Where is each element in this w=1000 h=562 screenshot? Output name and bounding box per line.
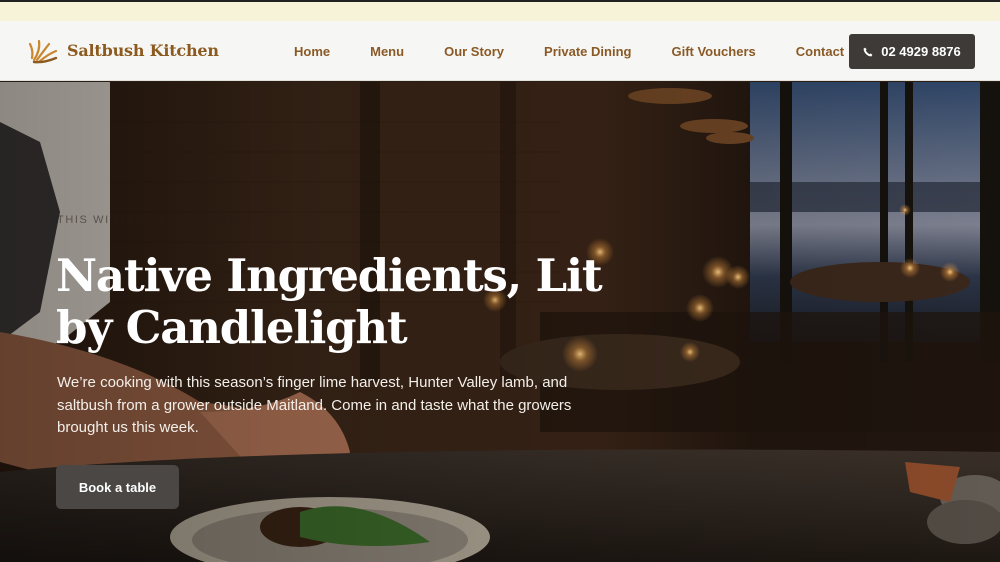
phone-call-button[interactable]: 02 4929 8876 — [849, 34, 975, 69]
saltbush-leaf-icon — [28, 39, 58, 64]
top-announcement-strip — [0, 0, 1000, 21]
nav-item-menu[interactable]: Menu — [350, 44, 424, 59]
book-table-button[interactable]: Book a table — [56, 465, 179, 509]
nav-item-gift-vouchers[interactable]: Gift Vouchers — [651, 44, 775, 59]
brand-logo[interactable]: Saltbush Kitchen — [28, 35, 219, 65]
phone-number: 02 4929 8876 — [881, 44, 961, 59]
brand-name: Saltbush Kitchen — [67, 40, 219, 60]
hero-description: We’re cooking with this season’s finger … — [57, 374, 572, 436]
nav-item-private-dining[interactable]: Private Dining — [524, 44, 651, 59]
site-header: Saltbush Kitchen Home Menu Our Story Pri… — [0, 21, 1000, 81]
nav-item-our-story[interactable]: Our Story — [424, 44, 524, 59]
hero-section: This winter in Newcastle Native Ingredie… — [0, 82, 1000, 562]
hero-eyebrow: This winter in Newcastle — [57, 214, 253, 226]
phone-icon — [863, 47, 873, 56]
nav-item-home[interactable]: Home — [274, 44, 350, 59]
main-navigation: Home Menu Our Story Private Dining Gift … — [274, 21, 864, 81]
hero-headline: Native Ingredients, Lit by Candlelight — [56, 249, 603, 354]
